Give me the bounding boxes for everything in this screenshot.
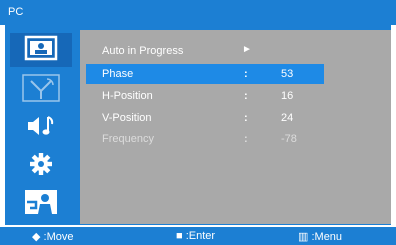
picture-icon xyxy=(24,35,58,61)
setting-colon: : xyxy=(244,90,248,102)
auto-adjust-item[interactable]: Auto in Progress ► xyxy=(86,41,324,61)
setting-value: 53 xyxy=(281,68,294,80)
setting-colon: : xyxy=(244,133,248,145)
setting-row-phase[interactable]: Phase : 53 xyxy=(86,64,324,84)
antenna-icon xyxy=(22,74,60,102)
enter-label: :Enter xyxy=(185,230,216,242)
move-icon: ◆ xyxy=(32,231,41,243)
setting-label: V-Position xyxy=(102,112,152,124)
category-sidebar xyxy=(10,30,75,224)
move-label: :Move xyxy=(43,231,74,243)
setting-colon: : xyxy=(244,68,248,80)
sidebar-item-input[interactable] xyxy=(10,185,72,219)
setting-row-h-position[interactable]: H-Position : 16 xyxy=(86,86,324,106)
menu-icon: ▥ xyxy=(298,231,309,243)
sidebar-item-channel[interactable] xyxy=(10,71,72,105)
setting-label: Phase xyxy=(102,68,134,80)
sidebar-item-picture[interactable] xyxy=(10,33,72,67)
person-icon xyxy=(25,190,57,214)
sidebar-item-setup[interactable] xyxy=(10,147,72,181)
help-bar: ◆ :Move ■ :Enter ▥ :Menu xyxy=(0,227,396,245)
menu-label: :Menu xyxy=(311,231,343,243)
enter-icon: ■ xyxy=(176,230,183,242)
sidebar-item-sound[interactable] xyxy=(10,109,72,143)
gear-icon xyxy=(30,153,52,175)
setting-value: 16 xyxy=(281,90,294,102)
enter-hint: ■ :Enter xyxy=(176,230,215,242)
setting-value: -78 xyxy=(281,133,297,145)
setting-label: Frequency xyxy=(102,133,154,145)
sound-icon xyxy=(28,116,54,135)
move-hint: ◆ :Move xyxy=(32,230,74,243)
setting-row-v-position[interactable]: V-Position : 24 xyxy=(86,108,324,128)
title-bar: PC xyxy=(0,0,396,25)
menu-hint: ▥ :Menu xyxy=(298,230,342,243)
setting-colon: : xyxy=(244,112,248,124)
setting-row-frequency[interactable]: Frequency : -78 xyxy=(86,129,324,149)
setting-label: H-Position xyxy=(102,90,153,102)
auto-label: Auto in Progress xyxy=(102,45,184,57)
osd-menu: PC Auto in Progress ► Phase: 53 H-Posit… xyxy=(0,0,396,245)
right-arrow-icon: ► xyxy=(242,44,252,55)
menu-title: PC xyxy=(8,6,24,18)
setting-value: 24 xyxy=(281,112,294,124)
